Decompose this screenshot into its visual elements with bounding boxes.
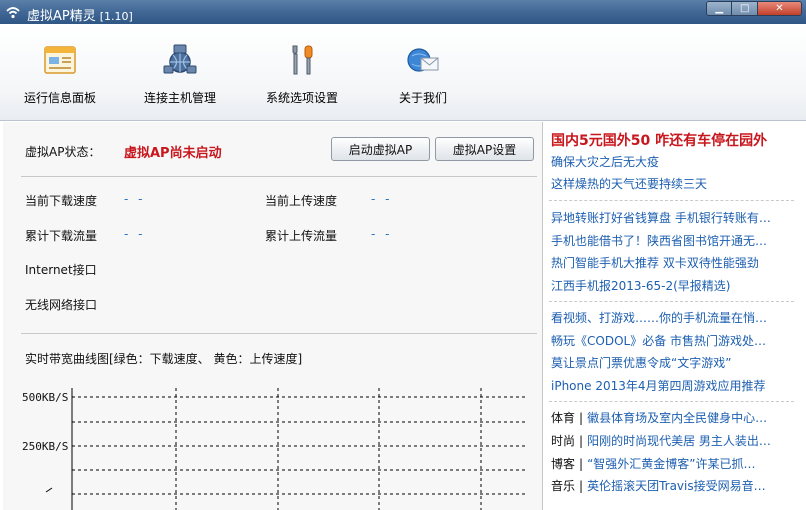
chart-caption: 实时带宽曲线图[绿色：下载速度、 黄色：上传速度] <box>25 352 303 366</box>
toolbar-label: 关于我们 <box>398 91 447 105</box>
news-divider <box>549 301 794 302</box>
news-link[interactable]: 看视频、打游戏……你的手机流量在悄… <box>551 309 801 326</box>
minimize-button[interactable]: ▁ <box>707 2 733 15</box>
up-speed-value: - - <box>371 192 393 206</box>
category-separator: | <box>579 479 584 493</box>
start-ap-button[interactable]: 启动虚拟AP <box>331 137 430 161</box>
tools-icon <box>292 45 313 75</box>
toolbar-label: 系统选项设置 <box>265 91 338 105</box>
news-category-row[interactable]: 体育 | 徽县体育场及室内全民健身中心… <box>551 409 801 426</box>
up-speed-label: 当前上传速度 <box>265 194 338 208</box>
bandwidth-chart: 500KB/S 250KB/S <box>18 380 528 510</box>
news-category[interactable]: 音乐 <box>551 479 575 493</box>
app-version: [1.10] <box>99 10 133 23</box>
news-link[interactable]: “智强外汇黄金博客”许某已抓… <box>587 457 755 471</box>
news-category-row[interactable]: 博客 | “智强外汇黄金博客”许某已抓… <box>551 455 801 472</box>
news-link[interactable]: 手机也能借书了！陕西省图书馆开通无… <box>551 232 801 249</box>
ap-status-value: 虚拟AP尚未启动 <box>124 146 222 161</box>
news-link[interactable]: 江西手机报2013-65-2(早报精选) <box>551 277 801 294</box>
wireless-interface-label: 无线网络接口 <box>25 298 98 312</box>
title-bar: 虚拟AP精灵 [1.10] ▁ □ ✕ <box>0 0 806 24</box>
internet-interface-label: Internet接口 <box>25 263 97 277</box>
category-separator: | <box>579 457 584 471</box>
news-link[interactable]: 徽县体育场及室内全民健身中心… <box>587 411 767 425</box>
panel-window-icon <box>44 46 76 74</box>
news-link[interactable]: 热门智能手机大推荐 双卡双待性能强劲 <box>551 254 801 271</box>
news-link[interactable]: iPhone 2013年4月第四周游戏应用推荐 <box>551 377 801 394</box>
maximize-button[interactable]: □ <box>732 2 758 15</box>
ap-status-label: 虚拟AP状态： <box>25 145 101 159</box>
toolbar-label: 连接主机管理 <box>143 91 216 105</box>
news-divider <box>549 401 794 402</box>
news-panel: 国内5元国外50 咋还有车停在园外 确保大灾之后无大疫 这样燥热的天气还要持续三… <box>544 122 806 510</box>
up-total-label: 累计上传流量 <box>265 229 338 243</box>
chart-grid <box>45 388 528 510</box>
news-link[interactable]: 确保大灾之后无大疫 <box>551 153 801 170</box>
down-total-value: - - <box>124 227 146 241</box>
news-link[interactable]: 阳刚的时尚现代美居 男主人装出… <box>587 434 771 448</box>
news-category-row[interactable]: 音乐 | 英伦摇滚天团Travis接受网易音… <box>551 477 801 494</box>
news-category[interactable]: 体育 <box>551 411 575 425</box>
news-category-row[interactable]: 时尚 | 阳刚的时尚现代美居 男主人装出… <box>551 432 801 449</box>
toolbar: 运行信息面板 连接主机管理 系统选项设置 关于我们 <box>0 24 806 121</box>
news-link[interactable]: 异地转账打好省钱算盘 手机银行转账有… <box>551 209 801 226</box>
divider <box>21 333 537 334</box>
news-category[interactable]: 时尚 <box>551 434 575 448</box>
news-link[interactable]: 英伦摇滚天团Travis接受网易音… <box>587 479 766 493</box>
news-divider <box>549 200 794 201</box>
news-headline[interactable]: 国内5元国外50 咋还有车停在园外 <box>551 130 767 150</box>
ap-settings-button[interactable]: 虚拟AP设置 <box>435 137 534 161</box>
down-total-label: 累计下载流量 <box>25 229 98 243</box>
news-category[interactable]: 博客 <box>551 457 575 471</box>
network-hosts-icon <box>163 44 197 74</box>
window-controls: ▁ □ ✕ <box>706 1 802 16</box>
toolbar-host-manage[interactable]: 连接主机管理 <box>142 42 218 106</box>
news-link[interactable]: 这样燥热的天气还要持续三天 <box>551 175 801 192</box>
category-separator: | <box>579 434 584 448</box>
mail-globe-icon <box>407 48 439 72</box>
close-button[interactable]: ✕ <box>757 2 801 15</box>
toolbar-label: 运行信息面板 <box>23 91 96 105</box>
toolbar-system-settings[interactable]: 系统选项设置 <box>264 42 340 106</box>
up-total-value: - - <box>371 227 393 241</box>
toolbar-about-us[interactable]: 关于我们 <box>390 42 456 106</box>
category-separator: | <box>579 411 584 425</box>
down-speed-label: 当前下载速度 <box>25 194 98 208</box>
window-title: 虚拟AP精灵 [1.10] <box>27 5 133 24</box>
toolbar-run-info[interactable]: 运行信息面板 <box>22 42 98 106</box>
divider <box>21 176 537 177</box>
news-link[interactable]: 畅玩《CODOL》必备 市售热门游戏处… <box>551 332 801 349</box>
wifi-icon <box>6 7 20 19</box>
app-name: 虚拟AP精灵 <box>27 9 96 24</box>
news-link[interactable]: 莫让景点门票优惠令成“文字游戏” <box>551 354 801 371</box>
down-speed-value: - - <box>124 192 146 206</box>
